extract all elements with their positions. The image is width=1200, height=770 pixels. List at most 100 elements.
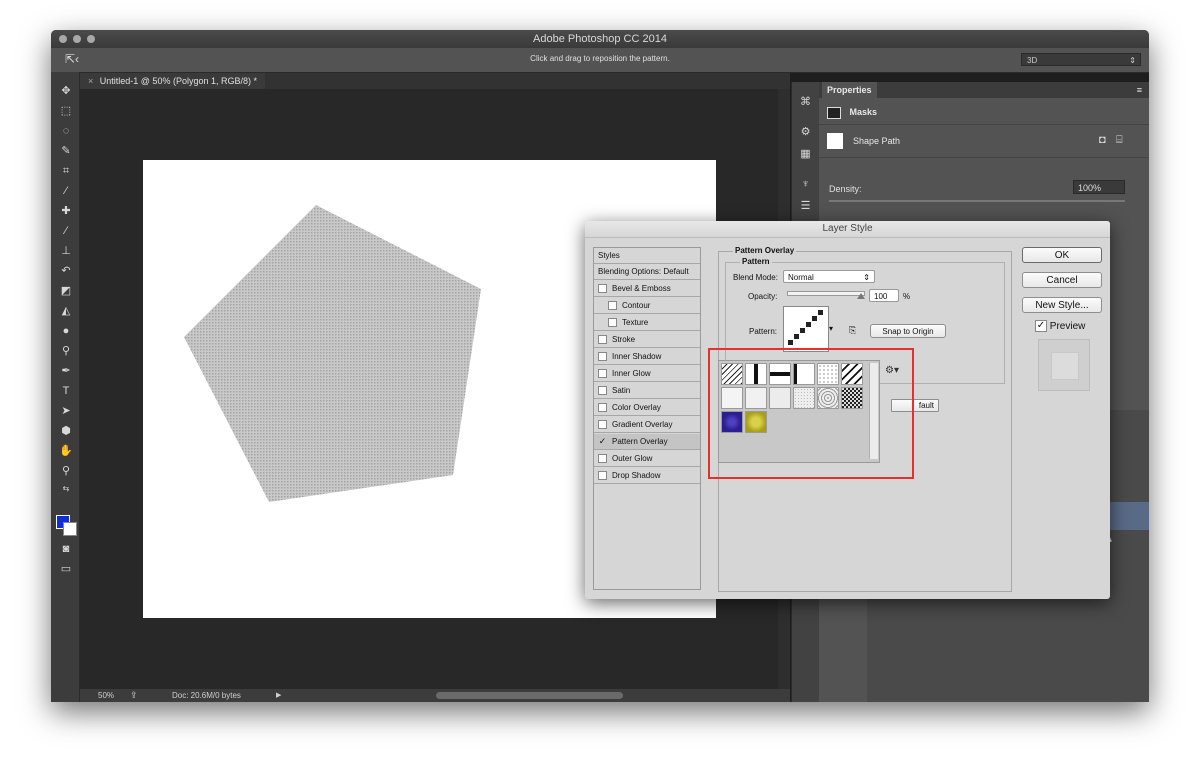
quick-mask-icon[interactable]: ◙: [59, 542, 73, 556]
chevron-updown-icon: ⇕: [863, 273, 870, 282]
style-item[interactable]: Inner Glow: [594, 366, 700, 382]
blend-mode-select[interactable]: Normal ⇕: [783, 270, 875, 283]
workspace-select[interactable]: 3D ⇕: [1021, 53, 1141, 66]
style-checkbox[interactable]: [598, 284, 607, 293]
preview-thumbnail: [1038, 339, 1090, 391]
style-item[interactable]: Stroke: [594, 332, 700, 348]
zoom-tool-icon[interactable]: ⚲: [59, 464, 73, 478]
hand-tool-icon[interactable]: ✋: [59, 444, 73, 458]
style-item[interactable]: Blending Options: Default: [594, 264, 700, 280]
background-color-swatch[interactable]: [63, 522, 77, 536]
brush-tool-icon[interactable]: ∕: [59, 224, 73, 238]
density-slider[interactable]: [829, 200, 1125, 202]
marquee-tool-icon[interactable]: ⬚: [59, 104, 73, 118]
mask-icon: [827, 106, 841, 119]
style-item[interactable]: Contour: [594, 298, 700, 314]
preview-checkbox[interactable]: ✓: [1035, 320, 1047, 333]
3d-panel-icon[interactable]: ⚙: [799, 126, 812, 139]
crop-tool-icon[interactable]: ⌗: [59, 164, 73, 178]
snap-to-origin-button[interactable]: Snap to Origin: [870, 324, 946, 338]
ok-button[interactable]: OK: [1022, 247, 1102, 263]
window-title: Adobe Photoshop CC 2014: [533, 33, 667, 45]
preview-checkbox-row[interactable]: ✓ Preview: [1035, 320, 1085, 333]
history-brush-tool-icon[interactable]: ↶: [59, 264, 73, 278]
preview-swatch: [1051, 352, 1079, 380]
style-checkbox[interactable]: [598, 352, 607, 361]
type-tool-icon[interactable]: T: [59, 384, 73, 398]
style-item[interactable]: Gradient Overlay: [594, 417, 700, 433]
style-item-label: Texture: [622, 318, 649, 327]
swap-colors-icon[interactable]: ⇆: [59, 482, 73, 496]
blend-mode-value: Normal: [788, 273, 814, 282]
style-checkbox[interactable]: [608, 318, 617, 327]
paint-bucket-tool-icon[interactable]: ◭: [59, 304, 73, 318]
opacity-input[interactable]: 100: [869, 289, 899, 302]
cancel-button[interactable]: Cancel: [1022, 272, 1102, 288]
pattern-picker[interactable]: [783, 306, 829, 352]
style-checkbox[interactable]: [598, 471, 607, 480]
style-item[interactable]: Inner Shadow: [594, 349, 700, 365]
minimize-window-icon[interactable]: [73, 35, 81, 43]
share-icon[interactable]: ⇪: [130, 689, 138, 702]
horizontal-scrollbar[interactable]: [436, 692, 623, 699]
swatches-panel-icon[interactable]: ▦: [799, 148, 812, 161]
style-item[interactable]: Drop Shadow: [594, 468, 700, 484]
apply-mask-icon[interactable]: ◘: [1099, 134, 1106, 146]
document-tab[interactable]: × Untitled-1 @ 50% (Polygon 1, RGB/8) *: [80, 73, 265, 89]
style-item[interactable]: Color Overlay: [594, 400, 700, 416]
properties-tab[interactable]: Properties: [822, 82, 877, 98]
clone-stamp-tool-icon[interactable]: ⊥: [59, 244, 73, 258]
style-checkbox[interactable]: [608, 301, 617, 310]
style-item-label: Inner Glow: [612, 369, 651, 378]
section-title: Pattern Overlay: [733, 246, 797, 255]
opacity-slider-thumb[interactable]: [857, 293, 865, 299]
blur-tool-icon[interactable]: ●: [59, 324, 73, 338]
new-preset-icon[interactable]: ⎘: [849, 325, 856, 336]
opacity-slider[interactable]: [787, 291, 865, 296]
style-checkbox[interactable]: [598, 386, 607, 395]
masks-row: Masks: [827, 102, 877, 122]
style-checkbox[interactable]: ✓: [598, 437, 607, 446]
shape-path-row[interactable]: Shape Path ◘ ⌸: [819, 124, 1149, 158]
screen-mode-icon[interactable]: ▭: [59, 562, 73, 576]
style-checkbox[interactable]: [598, 335, 607, 344]
workspace-label: 3D: [1027, 56, 1038, 65]
quick-select-tool-icon[interactable]: ✎: [59, 144, 73, 158]
styles-header[interactable]: Styles: [594, 248, 700, 264]
title-bar: Adobe Photoshop CC 2014: [51, 30, 1149, 48]
density-field[interactable]: 100%: [1073, 180, 1125, 194]
style-item[interactable]: Satin: [594, 383, 700, 399]
adjustments-panel-icon[interactable]: ☰: [799, 200, 812, 213]
new-style-button[interactable]: New Style...: [1022, 297, 1102, 313]
shape-tool-icon[interactable]: ⬢: [59, 424, 73, 438]
style-item[interactable]: Outer Glow: [594, 451, 700, 467]
style-item-label: Gradient Overlay: [612, 420, 673, 429]
eyedropper-tool-icon[interactable]: ⁄: [59, 184, 73, 198]
zoom-window-icon[interactable]: [87, 35, 95, 43]
move-tool-icon[interactable]: ✥: [59, 84, 73, 98]
pentagon-shape[interactable]: [184, 205, 481, 502]
lasso-tool-icon[interactable]: ◌: [59, 124, 73, 138]
close-tab-icon[interactable]: ×: [88, 76, 93, 86]
style-item[interactable]: Bevel & Emboss: [594, 281, 700, 297]
style-checkbox[interactable]: [598, 454, 607, 463]
pen-tool-icon[interactable]: ✒: [59, 364, 73, 378]
path-selection-tool-icon[interactable]: ➤: [59, 404, 73, 418]
eraser-tool-icon[interactable]: ◩: [59, 284, 73, 298]
style-item[interactable]: Texture: [594, 315, 700, 331]
healing-brush-tool-icon[interactable]: ✚: [59, 204, 73, 218]
style-item-label: Contour: [622, 301, 651, 310]
pattern-dropdown-icon[interactable]: ▾: [829, 324, 833, 333]
style-item[interactable]: ✓ Pattern Overlay: [594, 434, 700, 450]
style-checkbox[interactable]: [598, 420, 607, 429]
panel-menu-icon[interactable]: ≡: [1132, 82, 1147, 98]
close-window-icon[interactable]: [59, 35, 67, 43]
status-menu-arrow[interactable]: ▶: [276, 689, 281, 702]
zoom-level[interactable]: 50%: [98, 689, 114, 702]
tool-presets-icon[interactable]: ♆: [799, 178, 812, 191]
style-checkbox[interactable]: [598, 403, 607, 412]
select-mask-icon[interactable]: ⌸: [1116, 134, 1123, 147]
style-checkbox[interactable]: [598, 369, 607, 378]
dodge-tool-icon[interactable]: ⚲: [59, 344, 73, 358]
history-panel-icon[interactable]: ⌘: [799, 96, 812, 109]
